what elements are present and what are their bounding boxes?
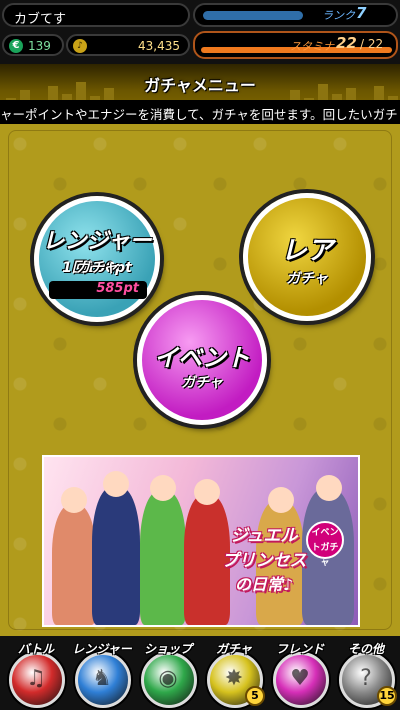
ranger-gacha-button[interactable]: 1回100pt レンジャー ガチャ 585pt	[34, 196, 160, 322]
shop-icon: ◉	[158, 666, 178, 691]
nav-label: ショップ	[143, 642, 192, 656]
event-gacha-button[interactable]: イベント ガチャ	[137, 295, 267, 425]
friend-icon: ♥	[290, 666, 310, 691]
nav-label: レンジャー	[72, 642, 132, 656]
rank-label: ランク	[322, 9, 355, 22]
gold-count: 43,435	[138, 39, 180, 53]
coin-icon: €	[9, 39, 23, 53]
battle-icon: ♫	[26, 666, 46, 691]
rare-gacha-button[interactable]: レア ガチャ	[243, 193, 371, 321]
rare-gacha-subtitle: ガチャ	[286, 271, 328, 287]
bottom-nav: ♫ バトル ♞ レンジャー ◉ ショップ ✸ ガチャ 5 ♥ フレンド? その他 15	[0, 636, 400, 710]
rare-gacha-title: レア	[280, 236, 333, 266]
nav-label: バトル	[17, 642, 55, 656]
gold-icon: ♪	[73, 39, 87, 53]
banner-line2: プリンセス	[221, 551, 307, 571]
nav-item-shop[interactable]: ◉ ショップ	[135, 640, 201, 708]
rank-panel	[193, 3, 398, 27]
nav-item-ranger[interactable]: ♞ レンジャー	[69, 640, 135, 708]
info-ticker: ャーポイントやエナジーを消費して、ガチャを回せます。回したいガチ	[0, 100, 400, 124]
stamina-label: スタミナ	[290, 40, 334, 53]
ranger-gacha-subtitle: ガチャ	[76, 260, 118, 276]
banner-line1: ジュエル	[230, 526, 298, 546]
character-figure	[140, 491, 186, 625]
banner-line3: の日常♪	[234, 575, 294, 594]
rank-progress-bar	[203, 11, 303, 20]
event-gacha-subtitle: ガチャ	[181, 375, 223, 391]
player-name-panel: カブてす	[2, 3, 190, 27]
character-figure	[52, 505, 96, 625]
player-name: カブてす	[14, 12, 67, 27]
notification-badge: 15	[377, 686, 397, 706]
nav-label: ガチャ	[216, 642, 252, 656]
status-bar: カブてす ランク 7 € 139 ♪ 43,435 スタミナ 22 / 22	[0, 0, 400, 64]
event-gacha-title: イベント	[154, 344, 250, 372]
stamina-current: 22	[336, 34, 357, 52]
page-title: ガチャメニュー	[144, 76, 256, 95]
notification-badge: 5	[245, 686, 265, 706]
character-figure	[92, 487, 140, 625]
nav-label: その他	[347, 642, 384, 656]
nav-item-gacha[interactable]: ✸ ガチャ 5	[201, 640, 267, 708]
gold-panel: ♪ 43,435	[66, 34, 190, 56]
nav-item-battle[interactable]: ♫ バトル	[3, 640, 69, 708]
ranger-gacha-title: レンジャー	[42, 229, 152, 254]
event-gacha-banner[interactable]: ジュエル プリンセス の日常♪ イベントガチャ	[42, 455, 360, 627]
nav-item-friend[interactable]: ♥ フレンド	[267, 640, 333, 708]
nav-item-other[interactable]: ? その他 15	[333, 640, 399, 708]
nav-label: フレンド	[275, 642, 324, 656]
coin-panel: € 139	[2, 34, 64, 56]
ticker-text: ャーポイントやエナジーを消費して、ガチャを回せます。回したいガチ	[0, 107, 398, 122]
ranger-points: 585pt	[49, 281, 147, 299]
coin-count: 139	[28, 39, 51, 53]
ranger-icon: ♞	[92, 666, 112, 691]
banner-logo: ジュエル プリンセス の日常♪	[208, 521, 320, 595]
banner-tag: イベントガチャ	[306, 521, 344, 568]
stamina-max: / 22	[360, 37, 384, 51]
rank-value: 7	[356, 4, 367, 22]
